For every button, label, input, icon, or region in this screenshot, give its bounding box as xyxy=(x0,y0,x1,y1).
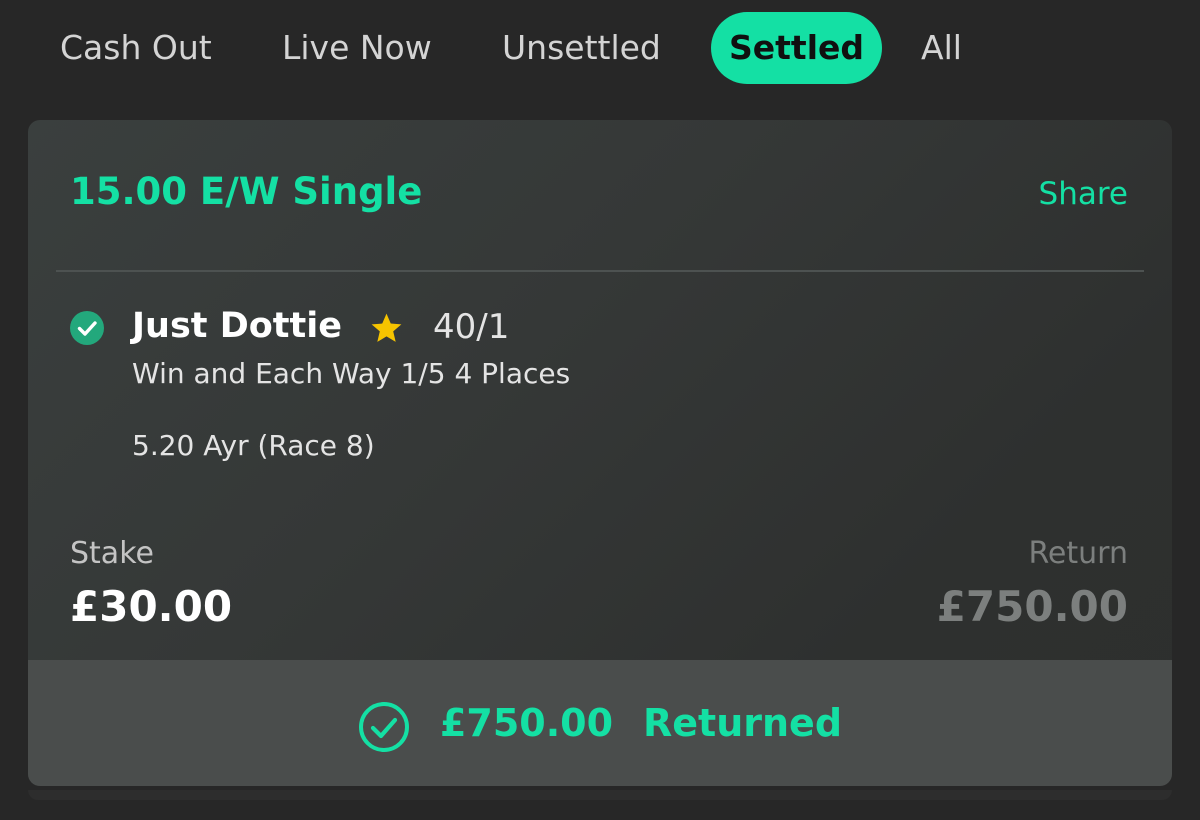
tab-unsettled[interactable]: Unsettled xyxy=(502,12,661,84)
event-name: 5.20 Ayr (Race 8) xyxy=(132,429,375,462)
market-description: Win and Each Way 1/5 4 Places xyxy=(132,357,571,390)
tab-settled[interactable]: Settled xyxy=(711,12,883,84)
bet-filter-tabs: Cash Out Live Now Unsettled Settled All xyxy=(0,0,1200,100)
check-circle-outline-icon xyxy=(358,702,409,752)
share-button[interactable]: Share xyxy=(1039,176,1128,212)
card-edge xyxy=(28,790,1172,800)
check-circle-icon xyxy=(70,311,104,345)
selection-name: Just Dottie xyxy=(132,306,342,346)
divider xyxy=(56,270,1144,272)
selection-odds: 40/1 xyxy=(433,307,510,347)
tab-live-now[interactable]: Live Now xyxy=(282,12,432,84)
returned-footer: £750.00 Returned xyxy=(28,660,1172,786)
return-label: Return xyxy=(1028,536,1128,571)
stake-value: £30.00 xyxy=(70,582,233,631)
tab-all[interactable]: All xyxy=(921,12,962,84)
bet-type-title: 15.00 E/W Single xyxy=(70,170,423,213)
returned-amount: £750.00 xyxy=(439,701,614,745)
bet-card: 15.00 E/W Single Share Just Dottie 40/1 … xyxy=(28,120,1172,786)
return-value: £750.00 xyxy=(936,582,1128,631)
stake-label: Stake xyxy=(70,536,154,571)
star-icon xyxy=(371,313,402,342)
tab-cash-out[interactable]: Cash Out xyxy=(60,12,212,84)
returned-status: Returned xyxy=(643,701,843,745)
